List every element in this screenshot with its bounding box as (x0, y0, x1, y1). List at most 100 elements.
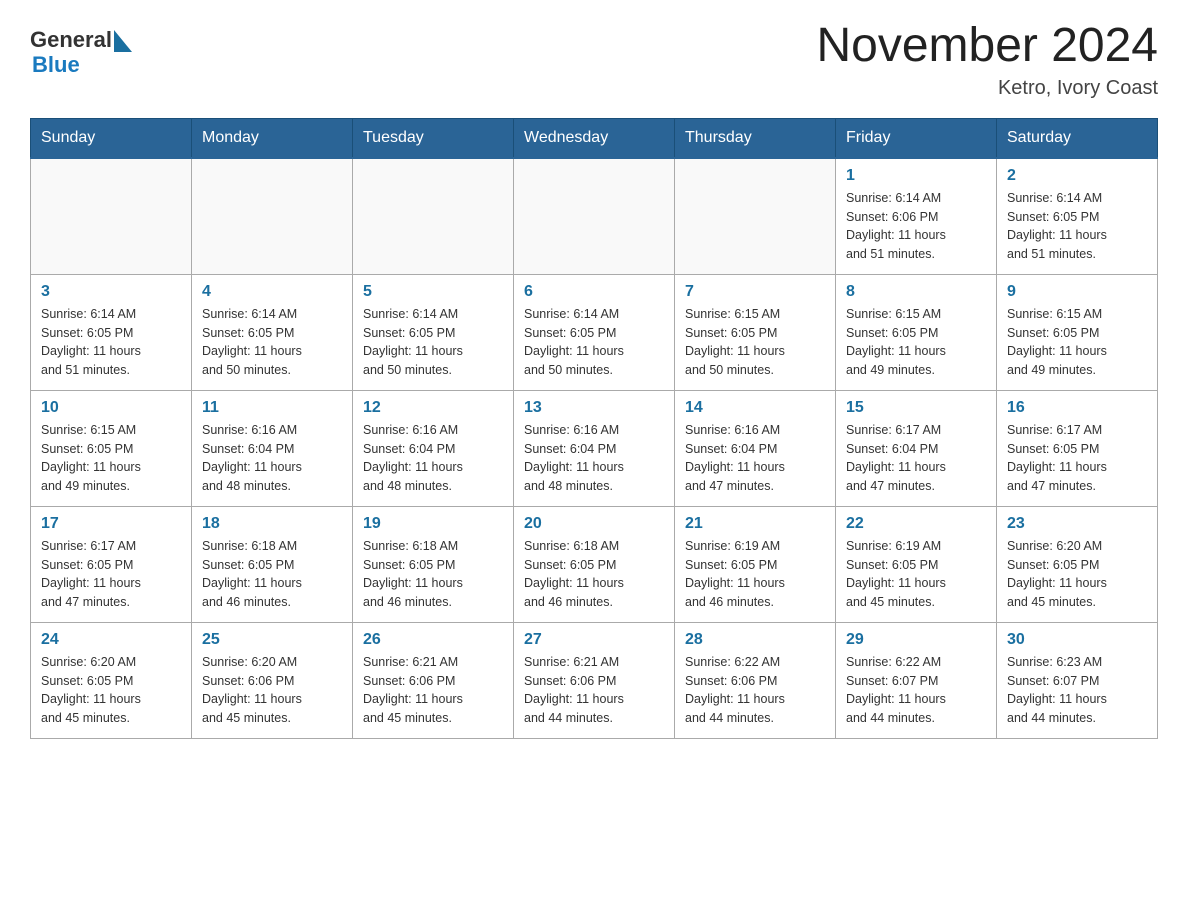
day-info: Sunrise: 6:16 AMSunset: 6:04 PMDaylight:… (202, 421, 342, 496)
day-number: 20 (524, 515, 664, 533)
calendar-day-cell (192, 158, 353, 275)
day-info: Sunrise: 6:14 AMSunset: 6:05 PMDaylight:… (363, 305, 503, 380)
day-info: Sunrise: 6:15 AMSunset: 6:05 PMDaylight:… (685, 305, 825, 380)
location-subtitle: Ketro, Ivory Coast (816, 77, 1158, 100)
calendar-week-row: 3 Sunrise: 6:14 AMSunset: 6:05 PMDaylight… (31, 274, 1158, 390)
calendar-header-row: SundayMondayTuesdayWednesdayThursdayFrid… (31, 118, 1158, 158)
day-info: Sunrise: 6:17 AMSunset: 6:05 PMDaylight:… (1007, 421, 1147, 496)
calendar-day-cell: 24Sunrise: 6:20 AMSunset: 6:05 PMDayligh… (31, 622, 192, 738)
logo-text-blue: Blue (32, 52, 132, 78)
day-info: Sunrise: 6:17 AMSunset: 6:04 PMDaylight:… (846, 421, 986, 496)
day-info: Sunrise: 6:20 AMSunset: 6:06 PMDaylight:… (202, 653, 342, 728)
day-number: 14 (685, 399, 825, 417)
calendar-week-row: 10Sunrise: 6:15 AMSunset: 6:05 PMDayligh… (31, 390, 1158, 506)
day-number: 30 (1007, 631, 1147, 649)
day-number: 7 (685, 283, 825, 301)
calendar-day-cell: 27Sunrise: 6:21 AMSunset: 6:06 PMDayligh… (514, 622, 675, 738)
calendar-day-cell: 9Sunrise: 6:15 AMSunset: 6:05 PMDaylight… (997, 274, 1158, 390)
day-info: Sunrise: 6:22 AMSunset: 6:07 PMDaylight:… (846, 653, 986, 728)
calendar-day-cell (353, 158, 514, 275)
weekday-header-tuesday: Tuesday (353, 118, 514, 158)
day-number: 19 (363, 515, 503, 533)
calendar-day-cell (514, 158, 675, 275)
day-number: 5 (363, 283, 503, 301)
day-info: Sunrise: 6:14 AMSunset: 6:05 PMDaylight:… (1007, 189, 1147, 264)
day-number: 18 (202, 515, 342, 533)
day-info: Sunrise: 6:21 AMSunset: 6:06 PMDaylight:… (363, 653, 503, 728)
calendar-day-cell: 13 Sunrise: 6:16 AMSunset: 6:04 PMDayligh… (514, 390, 675, 506)
calendar-day-cell: 5 Sunrise: 6:14 AMSunset: 6:05 PMDaylight… (353, 274, 514, 390)
calendar-day-cell: 18 Sunrise: 6:18 AMSunset: 6:05 PMDayligh… (192, 506, 353, 622)
day-number: 11 (202, 399, 342, 417)
calendar-day-cell: 23 Sunrise: 6:20 AMSunset: 6:05 PMDayligh… (997, 506, 1158, 622)
day-number: 3 (41, 283, 181, 301)
day-number: 2 (1007, 167, 1147, 185)
title-area: November 2024 Ketro, Ivory Coast (816, 20, 1158, 100)
weekday-header-saturday: Saturday (997, 118, 1158, 158)
logo-text-general: General (30, 28, 112, 52)
day-info: Sunrise: 6:16 AMSunset: 6:04 PMDaylight:… (524, 421, 664, 496)
calendar-day-cell: 20Sunrise: 6:18 AMSunset: 6:05 PMDayligh… (514, 506, 675, 622)
day-info: Sunrise: 6:16 AMSunset: 6:04 PMDaylight:… (363, 421, 503, 496)
calendar-day-cell (31, 158, 192, 275)
day-info: Sunrise: 6:23 AMSunset: 6:07 PMDaylight:… (1007, 653, 1147, 728)
day-number: 15 (846, 399, 986, 417)
calendar-day-cell: 15 Sunrise: 6:17 AMSunset: 6:04 PMDayligh… (836, 390, 997, 506)
day-info: Sunrise: 6:19 AMSunset: 6:05 PMDaylight:… (685, 537, 825, 612)
page-header: General Blue November 2024 Ketro, Ivory … (30, 20, 1158, 100)
day-number: 21 (685, 515, 825, 533)
calendar-day-cell: 17 Sunrise: 6:17 AMSunset: 6:05 PMDayligh… (31, 506, 192, 622)
day-number: 12 (363, 399, 503, 417)
calendar-day-cell: 7 Sunrise: 6:15 AMSunset: 6:05 PMDaylight… (675, 274, 836, 390)
weekday-header-monday: Monday (192, 118, 353, 158)
weekday-header-friday: Friday (836, 118, 997, 158)
calendar-day-cell: 29Sunrise: 6:22 AMSunset: 6:07 PMDayligh… (836, 622, 997, 738)
day-info: Sunrise: 6:19 AMSunset: 6:05 PMDaylight:… (846, 537, 986, 612)
calendar-day-cell (675, 158, 836, 275)
day-number: 8 (846, 283, 986, 301)
day-number: 1 (846, 167, 986, 185)
day-number: 9 (1007, 283, 1147, 301)
day-info: Sunrise: 6:14 AMSunset: 6:05 PMDaylight:… (202, 305, 342, 380)
day-number: 16 (1007, 399, 1147, 417)
day-number: 24 (41, 631, 181, 649)
calendar-day-cell: 25 Sunrise: 6:20 AMSunset: 6:06 PMDayligh… (192, 622, 353, 738)
calendar-day-cell: 8 Sunrise: 6:15 AMSunset: 6:05 PMDaylight… (836, 274, 997, 390)
day-info: Sunrise: 6:18 AMSunset: 6:05 PMDaylight:… (202, 537, 342, 612)
day-info: Sunrise: 6:14 AMSunset: 6:06 PMDaylight:… (846, 189, 986, 264)
calendar-day-cell: 12 Sunrise: 6:16 AMSunset: 6:04 PMDayligh… (353, 390, 514, 506)
day-number: 13 (524, 399, 664, 417)
calendar-day-cell: 26 Sunrise: 6:21 AMSunset: 6:06 PMDayligh… (353, 622, 514, 738)
calendar-day-cell: 19 Sunrise: 6:18 AMSunset: 6:05 PMDayligh… (353, 506, 514, 622)
calendar-day-cell: 10Sunrise: 6:15 AMSunset: 6:05 PMDayligh… (31, 390, 192, 506)
logo: General Blue (30, 28, 132, 78)
day-info: Sunrise: 6:15 AMSunset: 6:05 PMDaylight:… (846, 305, 986, 380)
calendar-day-cell: 22Sunrise: 6:19 AMSunset: 6:05 PMDayligh… (836, 506, 997, 622)
day-info: Sunrise: 6:22 AMSunset: 6:06 PMDaylight:… (685, 653, 825, 728)
day-number: 26 (363, 631, 503, 649)
month-year-title: November 2024 (816, 20, 1158, 73)
weekday-header-thursday: Thursday (675, 118, 836, 158)
day-number: 23 (1007, 515, 1147, 533)
calendar-day-cell: 3Sunrise: 6:14 AMSunset: 6:05 PMDaylight… (31, 274, 192, 390)
calendar-week-row: 17 Sunrise: 6:17 AMSunset: 6:05 PMDayligh… (31, 506, 1158, 622)
calendar-day-cell: 4 Sunrise: 6:14 AMSunset: 6:05 PMDaylight… (192, 274, 353, 390)
day-number: 4 (202, 283, 342, 301)
day-number: 28 (685, 631, 825, 649)
day-info: Sunrise: 6:17 AMSunset: 6:05 PMDaylight:… (41, 537, 181, 612)
day-number: 6 (524, 283, 664, 301)
calendar-day-cell: 1 Sunrise: 6:14 AMSunset: 6:06 PMDaylight… (836, 158, 997, 275)
calendar-day-cell: 11 Sunrise: 6:16 AMSunset: 6:04 PMDayligh… (192, 390, 353, 506)
calendar-day-cell: 6 Sunrise: 6:14 AMSunset: 6:05 PMDaylight… (514, 274, 675, 390)
calendar-day-cell: 14Sunrise: 6:16 AMSunset: 6:04 PMDayligh… (675, 390, 836, 506)
calendar-day-cell: 28 Sunrise: 6:22 AMSunset: 6:06 PMDayligh… (675, 622, 836, 738)
day-info: Sunrise: 6:21 AMSunset: 6:06 PMDaylight:… (524, 653, 664, 728)
calendar-week-row: 1 Sunrise: 6:14 AMSunset: 6:06 PMDaylight… (31, 158, 1158, 275)
day-info: Sunrise: 6:18 AMSunset: 6:05 PMDaylight:… (363, 537, 503, 612)
day-number: 17 (41, 515, 181, 533)
day-info: Sunrise: 6:20 AMSunset: 6:05 PMDaylight:… (1007, 537, 1147, 612)
weekday-header-sunday: Sunday (31, 118, 192, 158)
day-info: Sunrise: 6:14 AMSunset: 6:05 PMDaylight:… (524, 305, 664, 380)
calendar-day-cell: 2 Sunrise: 6:14 AMSunset: 6:05 PMDaylight… (997, 158, 1158, 275)
day-number: 25 (202, 631, 342, 649)
